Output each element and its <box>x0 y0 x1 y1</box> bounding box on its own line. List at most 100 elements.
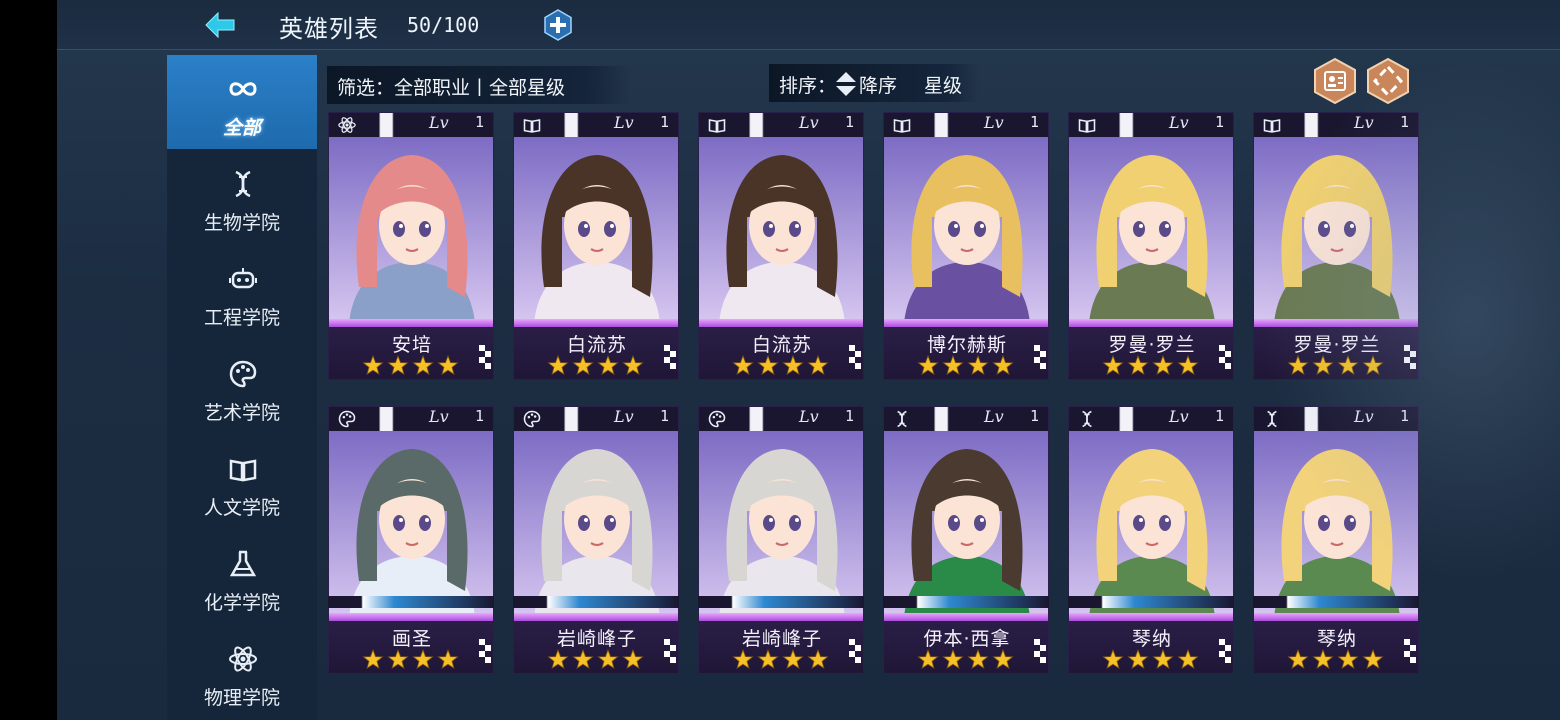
hero-card[interactable]: Lv 1 画圣 <box>328 406 494 674</box>
star-rating <box>1102 355 1199 376</box>
sidebar-item-0[interactable]: 全部 <box>167 55 317 149</box>
star-icon <box>437 649 459 670</box>
card-name-bar: 白流苏 <box>514 327 678 379</box>
palette-icon <box>229 360 257 388</box>
hero-name: 白流苏 <box>751 334 812 356</box>
sidebar-item-5[interactable]: 化学学院 <box>167 530 317 624</box>
hero-level: 1 <box>660 407 670 425</box>
hero-archive-button[interactable] <box>1312 57 1358 105</box>
hero-name: 博尔赫斯 <box>926 334 1007 356</box>
sidebar-item-label: 化学学院 <box>203 592 280 614</box>
hero-portrait <box>329 431 493 617</box>
hero-level: 1 <box>1400 113 1410 131</box>
star-rating <box>362 355 459 376</box>
hero-portrait <box>884 431 1048 617</box>
star-icon <box>1362 355 1384 376</box>
hero-card[interactable]: Lv 1 白流苏 <box>513 112 679 380</box>
card-name-bar: 岩崎峰子 <box>699 621 863 673</box>
card-glow <box>1254 319 1418 329</box>
card-peek <box>1253 596 1419 608</box>
filter-button[interactable]: 筛选：全部职业丨全部星级 <box>327 66 631 104</box>
card-name-bar: 罗曼·罗兰 <box>1254 327 1418 379</box>
hero-portrait <box>1069 431 1233 617</box>
palette-icon <box>523 410 541 428</box>
top-bar: 英雄列表 50/100 <box>57 0 1560 50</box>
level-prefix: Lv <box>429 113 449 132</box>
hero-card[interactable]: Lv 1 白流苏 <box>698 112 864 380</box>
checker-flag-icon <box>1219 345 1231 369</box>
star-icon <box>992 649 1014 670</box>
star-icon <box>782 355 804 376</box>
book-icon <box>523 119 541 133</box>
fullscreen-button[interactable] <box>1365 57 1411 105</box>
checker-flag-icon <box>479 639 491 663</box>
hero-card[interactable]: Lv 1 岩崎峰子 <box>698 406 864 674</box>
star-icon <box>807 355 829 376</box>
star-icon <box>732 649 754 670</box>
sidebar-item-label: 工程学院 <box>203 307 280 329</box>
card-peek <box>1068 596 1234 608</box>
star-rating <box>732 649 829 670</box>
sidebar-item-6[interactable]: 物理学院 <box>167 625 317 719</box>
book-icon <box>1263 119 1281 133</box>
card-name-bar: 岩崎峰子 <box>514 621 678 673</box>
hero-card[interactable]: Lv 1 琴纳 <box>1253 406 1419 674</box>
hero-card[interactable]: Lv 1 罗曼·罗兰 <box>1253 112 1419 380</box>
sort-order-label: 降序 <box>859 75 898 97</box>
book-icon <box>229 459 257 482</box>
star-icon <box>622 649 644 670</box>
card-name-bar: 琴纳 <box>1254 621 1418 673</box>
back-button[interactable] <box>202 8 238 42</box>
expand-capacity-button[interactable] <box>542 9 574 41</box>
hero-level: 1 <box>660 113 670 131</box>
dna-icon <box>235 170 251 198</box>
hero-card[interactable]: Lv 1 伊本·西拿 <box>883 406 1049 674</box>
star-rating <box>547 649 644 670</box>
card-header-strip <box>1254 113 1418 137</box>
star-icon <box>387 649 409 670</box>
card-name-bar: 白流苏 <box>699 327 863 379</box>
card-name-bar: 琴纳 <box>1069 621 1233 673</box>
sidebar-item-label: 物理学院 <box>203 687 280 709</box>
hero-card[interactable]: Lv 1 安培 <box>328 112 494 380</box>
star-icon <box>597 649 619 670</box>
hero-level: 1 <box>1400 407 1410 425</box>
level-prefix: Lv <box>1169 407 1189 426</box>
checker-flag-icon <box>664 639 676 663</box>
infinity-icon <box>229 82 257 96</box>
checker-flag-icon <box>664 345 676 369</box>
sidebar-item-2[interactable]: 工程学院 <box>167 245 317 339</box>
star-icon <box>1177 649 1199 670</box>
atom-icon <box>338 117 356 133</box>
hero-card[interactable]: Lv 1 琴纳 <box>1068 406 1234 674</box>
star-icon <box>1287 649 1309 670</box>
hero-card[interactable]: Lv 1 博尔赫斯 <box>883 112 1049 380</box>
level-prefix: Lv <box>1354 407 1374 426</box>
hero-level: 1 <box>845 407 855 425</box>
hero-card[interactable]: Lv 1 罗曼·罗兰 <box>1068 112 1234 380</box>
hero-card[interactable]: Lv 1 岩崎峰子 <box>513 406 679 674</box>
sort-order-toggle[interactable]: 降序 <box>835 66 905 100</box>
hero-list-screen: 英雄列表 50/100 全部 生物学院工程学院艺术学院人文学院化学学院物理学院 筛… <box>57 0 1560 720</box>
checker-flag-icon <box>849 639 861 663</box>
star-rating <box>1287 649 1384 670</box>
star-icon <box>1102 649 1124 670</box>
sort-label: 排序： <box>779 75 837 97</box>
book-icon <box>893 119 911 133</box>
checker-flag-icon <box>849 345 861 369</box>
star-icon <box>547 649 569 670</box>
sidebar-item-label: 艺术学院 <box>203 402 280 424</box>
screen-edge <box>0 0 57 720</box>
sidebar-item-1[interactable]: 生物学院 <box>167 150 317 244</box>
star-icon <box>1127 649 1149 670</box>
star-rating <box>917 355 1014 376</box>
hero-name: 琴纳 <box>1131 628 1172 650</box>
hero-portrait <box>699 431 863 617</box>
star-icon <box>992 355 1014 376</box>
sidebar-item-3[interactable]: 艺术学院 <box>167 340 317 434</box>
level-prefix: Lv <box>614 113 634 132</box>
sort-key-button[interactable]: 星级 <box>924 71 962 98</box>
dna-icon <box>1082 410 1092 428</box>
sidebar-item-4[interactable]: 人文学院 <box>167 435 317 529</box>
book-icon <box>708 119 726 133</box>
